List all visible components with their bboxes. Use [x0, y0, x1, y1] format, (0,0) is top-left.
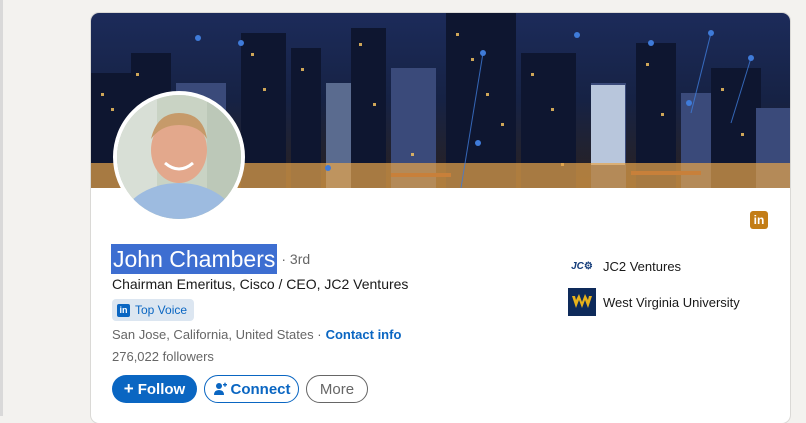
- follow-button[interactable]: + Follow: [112, 375, 197, 403]
- more-button[interactable]: More: [306, 375, 368, 403]
- profile-location: San Jose, California, United States ·: [112, 327, 322, 342]
- name-row: John Chambers · 3rd: [111, 244, 310, 274]
- linkedin-premium-icon: in: [750, 211, 768, 229]
- organization-item[interactable]: JC ⚙ JC2 Ventures: [568, 252, 740, 280]
- organizations-list: JC ⚙ JC2 Ventures West Virginia Universit…: [568, 252, 740, 324]
- profile-card: in John Chambers · 3rd Chairman Emeritus…: [91, 13, 790, 423]
- plus-icon: +: [123, 379, 134, 398]
- top-voice-badge[interactable]: in Top Voice: [112, 299, 195, 321]
- jc2-ventures-logo: JC ⚙: [571, 260, 593, 272]
- follower-count: 276,022 followers: [112, 349, 214, 364]
- connect-button[interactable]: Connect: [204, 375, 299, 403]
- location-row: San Jose, California, United States · Co…: [112, 327, 401, 342]
- profile-headline: Chairman Emeritus, Cisco / CEO, JC2 Vent…: [112, 276, 409, 292]
- page-edge: [0, 0, 3, 416]
- connection-degree: · 3rd: [281, 251, 311, 267]
- follow-label: Follow: [137, 380, 186, 398]
- badge-label: Top Voice: [135, 303, 188, 317]
- profile-name: John Chambers: [111, 244, 278, 274]
- organization-item[interactable]: West Virginia University: [568, 288, 740, 316]
- contact-info-link[interactable]: Contact info: [326, 327, 402, 342]
- connect-label: Connect: [230, 380, 291, 398]
- more-label: More: [319, 380, 355, 398]
- add-person-icon: [213, 382, 227, 395]
- organization-name: JC2 Ventures: [603, 258, 682, 274]
- profile-avatar[interactable]: [113, 91, 245, 223]
- organization-name: West Virginia University: [603, 294, 740, 310]
- linkedin-icon: in: [117, 303, 130, 317]
- wvu-logo: [568, 288, 596, 316]
